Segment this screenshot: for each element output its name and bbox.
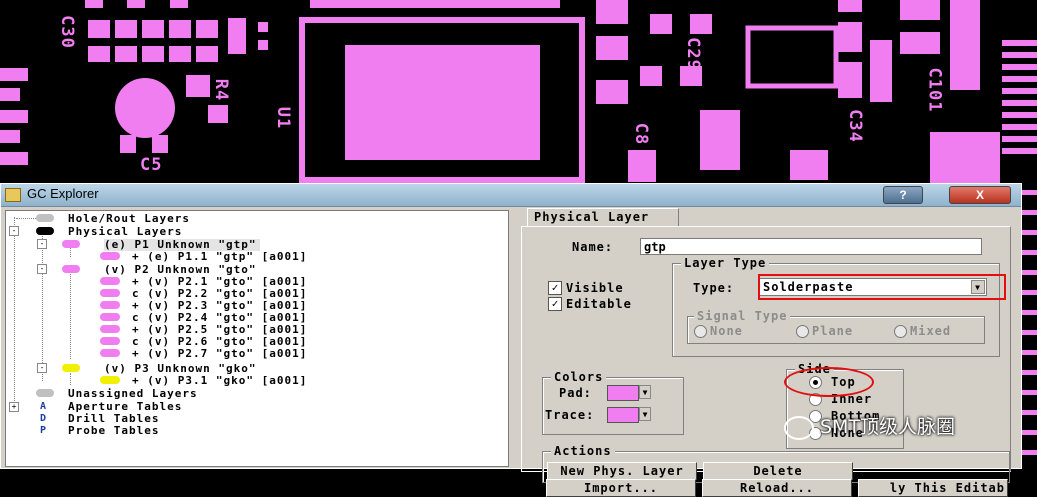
help-button[interactable]: ? xyxy=(883,186,923,204)
silk-label-c30: C30 xyxy=(56,15,77,49)
watermark: SMT顶级人脉圈 xyxy=(784,412,955,440)
p1-node-icon xyxy=(62,240,80,248)
silk-label-c5: C5 xyxy=(140,155,163,175)
app-icon xyxy=(5,188,21,202)
hole-rout-node-icon xyxy=(36,214,54,222)
pad-label: Pad: xyxy=(559,386,592,400)
p1-1-node-icon xyxy=(100,252,120,260)
collapse-p3-icon[interactable]: - xyxy=(37,363,47,373)
layer-type-legend: Layer Type xyxy=(681,255,770,271)
signal-plane-radio[interactable] xyxy=(796,325,809,338)
signal-none-label: None xyxy=(710,324,743,338)
silk-label-u1: U1 xyxy=(273,106,294,130)
trace-label: Trace: xyxy=(545,408,595,422)
physical-node-icon xyxy=(36,227,54,235)
watermark-text: SMT顶级人脉圈 xyxy=(820,416,956,438)
close-button[interactable]: X xyxy=(949,186,1011,204)
wechat-icon xyxy=(784,415,814,440)
type-highlight-box xyxy=(758,274,1006,300)
pad-color-swatch[interactable] xyxy=(607,385,639,401)
p2-node-icon xyxy=(62,265,80,273)
signal-plane-label: Plane xyxy=(812,324,854,338)
type-label: Type: xyxy=(693,281,735,295)
silk-label-c8: C8 xyxy=(631,122,652,146)
signal-none-radio[interactable] xyxy=(694,325,707,338)
drill-table-icon: D xyxy=(40,413,47,424)
actions-legend: Actions xyxy=(551,443,615,459)
collapse-p1-icon[interactable]: - xyxy=(37,239,47,249)
tree-item-hole-rout[interactable]: Hole/Rout Layers xyxy=(68,213,190,225)
title-bar[interactable]: GC Explorer ? X xyxy=(1,184,1021,207)
reload-button[interactable]: Reload... xyxy=(702,479,852,497)
p2-4-node-icon xyxy=(100,313,120,321)
p2-1-node-icon xyxy=(100,277,120,285)
p2-3-node-icon xyxy=(100,301,120,309)
new-phys-layer-button[interactable]: New Phys. Layer xyxy=(547,462,697,480)
trace-color-arrow-icon[interactable]: ▼ xyxy=(639,407,651,421)
colors-legend: Colors xyxy=(551,369,607,385)
delete-button[interactable]: Delete xyxy=(703,462,853,480)
import-button[interactable]: Import... xyxy=(546,479,696,497)
silk-label-c101: C101 xyxy=(924,67,945,113)
expand-aperture-icon[interactable]: + xyxy=(9,402,19,412)
name-label: Name: xyxy=(572,240,614,254)
collapse-physical-icon[interactable]: - xyxy=(9,226,19,236)
pad-color-arrow-icon[interactable]: ▼ xyxy=(639,385,651,399)
signal-type-group: Signal Type None Plane Mixed xyxy=(687,308,985,344)
p3-1-node-icon xyxy=(100,376,120,384)
silk-label-c34: C34 xyxy=(844,109,865,143)
colors-group: Colors Pad: ▼ Trace: ▼ xyxy=(542,369,684,435)
top-highlight-oval xyxy=(784,367,874,397)
tab-physical-layer[interactable]: Physical Layer xyxy=(527,208,679,226)
p2-2-node-icon xyxy=(100,289,120,297)
name-field[interactable]: gtp xyxy=(640,238,982,255)
editable-checkbox[interactable]: ✓ xyxy=(548,297,562,311)
collapse-p2-icon[interactable]: - xyxy=(37,264,47,274)
tree-item-p3-1[interactable]: + (v) P3.1 "gko" [a001] xyxy=(132,375,307,387)
tree-item-p2-7[interactable]: + (v) P2.7 "gto" [a001] xyxy=(132,348,307,360)
silk-label-c29: C29 xyxy=(682,37,703,71)
aperture-table-icon: A xyxy=(40,401,47,412)
tree-item-unassigned[interactable]: Unassigned Layers xyxy=(68,388,198,400)
editable-label: Editable xyxy=(566,297,632,311)
p2-7-node-icon xyxy=(100,349,120,357)
probe-table-icon: P xyxy=(40,425,47,436)
signal-type-legend: Signal Type xyxy=(694,308,791,324)
signal-mixed-label: Mixed xyxy=(910,324,952,338)
tree-item-p1-1[interactable]: + (e) P1.1 "gtp" [a001] xyxy=(132,251,307,263)
p2-5-node-icon xyxy=(100,325,120,333)
apply-this-button[interactable]: ly This Editab xyxy=(858,479,1008,497)
layer-tree[interactable]: Hole/Rout Layers - Physical Layers - (e)… xyxy=(5,210,509,467)
p2-6-node-icon xyxy=(100,337,120,345)
p3-node-icon xyxy=(62,364,80,372)
signal-mixed-radio[interactable] xyxy=(894,325,907,338)
silk-label-r4: R4 xyxy=(211,78,232,102)
unassigned-node-icon xyxy=(36,389,54,397)
tree-item-physical[interactable]: Physical Layers xyxy=(68,226,182,238)
window-title: GC Explorer xyxy=(27,186,99,201)
visible-checkbox[interactable]: ✓ xyxy=(548,281,562,295)
trace-color-swatch[interactable] xyxy=(607,407,639,423)
visible-label: Visible xyxy=(566,281,624,295)
tree-item-probe[interactable]: Probe Tables xyxy=(68,425,159,437)
